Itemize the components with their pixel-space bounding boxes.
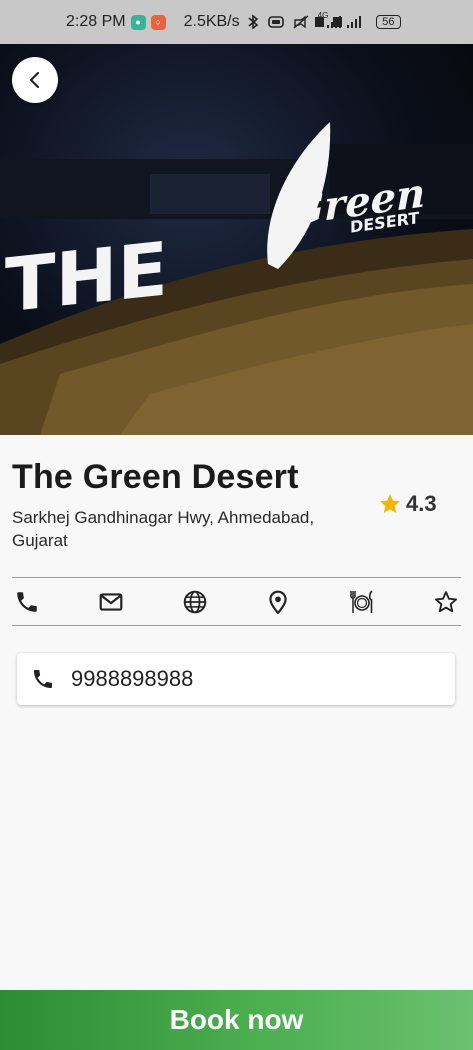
menu-button[interactable] (347, 587, 377, 617)
phone-card[interactable]: 9988898988 (17, 653, 455, 705)
star-filled-icon (380, 494, 400, 513)
status-icons: 4G 56 (246, 10, 401, 30)
rating-badge: 4.3 (378, 491, 437, 517)
book-now-button[interactable]: Book now (0, 990, 473, 1050)
phone-icon-wrap (31, 666, 57, 692)
directions-button[interactable] (263, 587, 293, 617)
sign-text-the: THE (5, 227, 168, 330)
bluetooth-icon (248, 14, 258, 30)
place-address: Sarkhej Gandhinagar Hwy, Ahmedabad, Guja… (12, 508, 315, 550)
status-time: 2:28 PM (66, 13, 126, 30)
phone-number: 9988898988 (71, 666, 194, 691)
app-notification-icon-2: ○ (150, 14, 166, 30)
call-button[interactable] (12, 587, 42, 617)
divider-bottom (12, 625, 461, 626)
favorite-button[interactable] (431, 587, 461, 617)
venue-sign-illustration: THE Green DESERT (0, 122, 473, 435)
mail-icon (99, 592, 123, 611)
phone-icon (34, 670, 52, 688)
website-button[interactable] (180, 587, 210, 617)
vibrate-icon (267, 16, 284, 28)
hero-image: THE Green DESERT (0, 44, 473, 435)
restaurant-menu-icon (350, 589, 373, 613)
chevron-left-icon (29, 71, 40, 89)
action-bar (12, 578, 461, 625)
call-icon (17, 591, 37, 612)
place-name: The Green Desert (12, 458, 299, 496)
signal-icon-2 (333, 16, 362, 28)
network-type: 4G (317, 10, 329, 20)
globe-icon (183, 590, 206, 613)
email-button[interactable] (96, 587, 126, 617)
back-button[interactable] (12, 57, 58, 103)
status-bar: 2:28 PM ● ○ 2.5KB/s 4G 56 (0, 0, 473, 44)
app-notification-icon: ● (130, 14, 146, 30)
rating-value: 4.3 (406, 491, 437, 516)
battery-indicator: 56 (376, 15, 401, 29)
status-net-speed: 2.5KB/s (183, 13, 240, 30)
star-outline-icon (434, 590, 457, 612)
location-pin-icon (269, 590, 288, 614)
mute-icon (293, 15, 309, 29)
